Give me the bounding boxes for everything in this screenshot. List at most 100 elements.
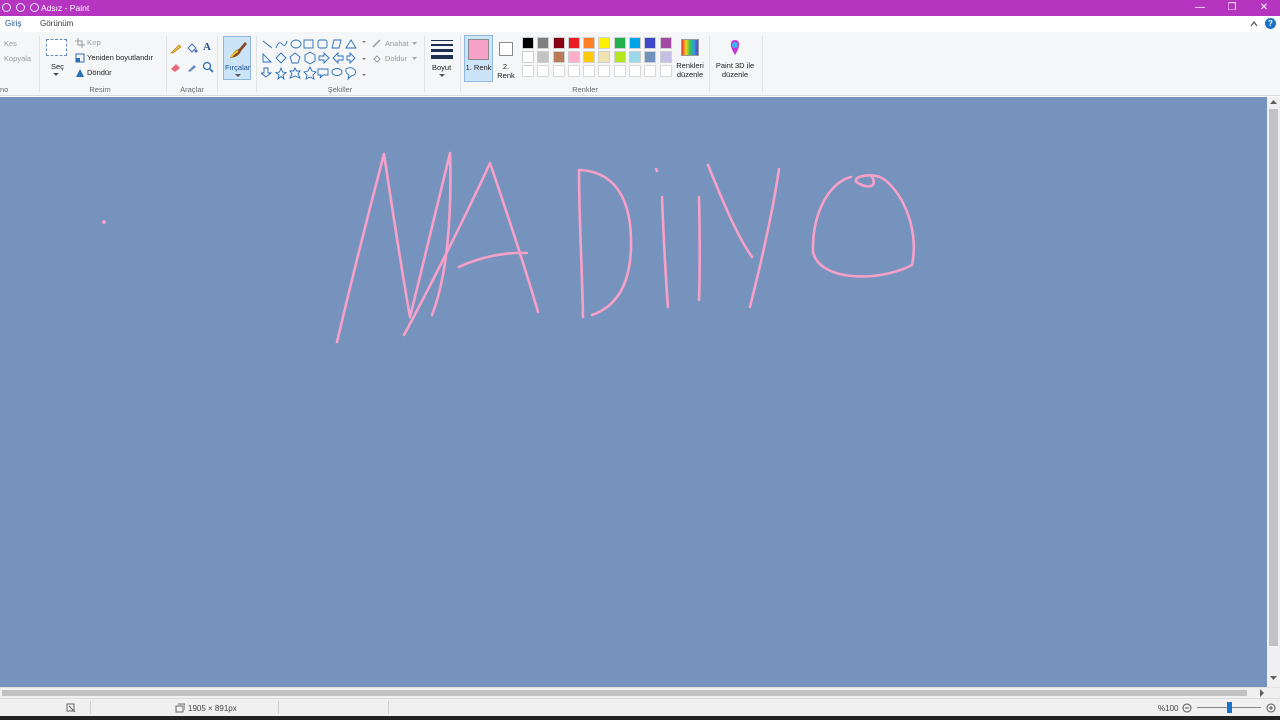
rotate-button[interactable]: Döndür xyxy=(87,68,112,77)
palette-swatch[interactable] xyxy=(659,37,672,49)
zoom-in-icon[interactable] xyxy=(1266,703,1276,713)
save-icon[interactable] xyxy=(2,3,11,12)
horizontal-scrollbar[interactable] xyxy=(0,687,1280,698)
palette-swatch[interactable] xyxy=(629,51,642,63)
zoom-slider-thumb[interactable] xyxy=(1227,702,1232,713)
rotate-icon xyxy=(76,69,84,77)
ribbon: Kes Kopyala no Seç Kırp Yeniden boyutlan… xyxy=(0,32,1280,96)
redo-icon[interactable] xyxy=(30,3,39,12)
minimize-button[interactable]: — xyxy=(1184,0,1216,16)
palette-swatch[interactable] xyxy=(583,37,596,49)
palette-swatch[interactable] xyxy=(613,51,626,63)
palette-swatch[interactable] xyxy=(629,37,642,49)
undo-icon[interactable] xyxy=(16,3,25,12)
palette-swatch[interactable] xyxy=(522,51,534,63)
resize-button[interactable]: Yeniden boyutlandır xyxy=(87,53,153,62)
color-wheel-icon xyxy=(681,39,699,56)
close-button[interactable]: ✕ xyxy=(1248,0,1280,16)
colors-group-label: Renkler xyxy=(572,85,598,94)
copy-button[interactable]: Kopyala xyxy=(4,54,31,63)
help-icon[interactable]: ? xyxy=(1265,18,1276,29)
tab-home[interactable]: Giriş xyxy=(5,19,21,28)
shapes-gallery[interactable] xyxy=(261,38,367,82)
color1-button[interactable]: 1. Renk xyxy=(464,35,493,82)
brushes-button[interactable]: Fırçalar xyxy=(223,36,251,80)
tools-group-label: Araçlar xyxy=(180,85,204,94)
eraser-icon[interactable] xyxy=(170,61,182,73)
fill-bucket-icon[interactable] xyxy=(186,42,198,54)
maximize-button[interactable]: ❐ xyxy=(1216,0,1248,16)
palette-swatch[interactable] xyxy=(598,37,611,49)
palette-swatch[interactable] xyxy=(567,51,580,63)
palette-swatch[interactable] xyxy=(598,51,611,63)
window-title: Adsız - Paint xyxy=(41,3,90,13)
zoom-level: %100 xyxy=(1158,704,1179,713)
color-palette xyxy=(522,37,675,65)
palette-swatch[interactable] xyxy=(644,51,657,63)
palette-swatch[interactable] xyxy=(659,51,672,63)
palette-swatch[interactable] xyxy=(552,51,565,63)
custom-color-swatch[interactable] xyxy=(613,65,626,77)
chevron-down-icon[interactable] xyxy=(53,72,59,77)
color-picker-icon[interactable] xyxy=(186,61,198,73)
edit-colors-button[interactable]: Renkleri düzenle xyxy=(676,35,704,81)
custom-color-swatch[interactable] xyxy=(522,65,534,77)
palette-swatch[interactable] xyxy=(537,37,550,49)
taskbar-edge xyxy=(0,716,1280,720)
crop-button[interactable]: Kırp xyxy=(87,38,101,47)
palette-swatch[interactable] xyxy=(644,37,657,49)
cut-button[interactable]: Kes xyxy=(4,39,17,48)
cursor-position-icon xyxy=(66,703,76,713)
select-button[interactable]: Seç xyxy=(51,62,64,71)
shapes-group-label: Şekiller xyxy=(327,85,353,94)
palette-swatch[interactable] xyxy=(613,37,626,49)
custom-color-swatch[interactable] xyxy=(583,65,596,77)
scroll-right-icon[interactable] xyxy=(1259,689,1265,697)
magnifier-icon[interactable] xyxy=(202,61,214,73)
custom-color-swatch[interactable] xyxy=(552,65,565,77)
outline-button[interactable]: Anahat xyxy=(385,39,409,48)
canvas-drawing xyxy=(102,151,916,344)
stroke-i1 xyxy=(654,167,670,309)
scroll-up-icon[interactable] xyxy=(1270,99,1277,105)
palette-swatch[interactable] xyxy=(522,37,534,49)
horizontal-scroll-thumb[interactable] xyxy=(2,690,1247,696)
fill-button[interactable]: Doldur xyxy=(385,54,407,63)
tab-view[interactable]: Görünüm xyxy=(40,19,73,28)
select-icon[interactable] xyxy=(46,39,67,56)
vertical-scrollbar[interactable] xyxy=(1267,97,1280,687)
stroke-n xyxy=(335,151,452,344)
vertical-scroll-thumb[interactable] xyxy=(1269,109,1278,646)
canvas-dimensions: 1905 × 891px xyxy=(188,704,237,713)
size-icon[interactable] xyxy=(431,39,453,59)
custom-color-swatch[interactable] xyxy=(598,65,611,77)
window-controls: — ❐ ✕ xyxy=(1184,0,1280,16)
custom-color-swatch[interactable] xyxy=(659,65,672,77)
palette-swatch[interactable] xyxy=(583,51,596,63)
pencil-icon[interactable] xyxy=(170,42,182,54)
chevron-up-icon[interactable] xyxy=(1249,19,1259,29)
color2-button[interactable]: 2. Renk xyxy=(496,35,518,82)
palette-swatch[interactable] xyxy=(537,51,550,63)
color2-swatch xyxy=(499,42,513,56)
custom-color-swatch[interactable] xyxy=(567,65,580,77)
crop-icon xyxy=(75,38,85,48)
custom-color-swatch[interactable] xyxy=(629,65,642,77)
size-button[interactable]: Boyut xyxy=(432,63,451,72)
fill-icon xyxy=(373,55,381,63)
zoom-out-icon[interactable] xyxy=(1182,703,1192,713)
stroke-d xyxy=(577,168,633,319)
text-icon[interactable]: A xyxy=(203,41,211,53)
stroke-y xyxy=(706,163,781,309)
palette-swatch[interactable] xyxy=(567,37,580,49)
custom-color-swatch[interactable] xyxy=(537,65,550,77)
stroke-a xyxy=(402,161,540,337)
paint3d-button[interactable]: Paint 3D ile düzenle xyxy=(713,35,757,81)
paint3d-icon xyxy=(730,40,740,55)
canvas-size-icon xyxy=(175,703,185,713)
custom-color-swatch[interactable] xyxy=(644,65,657,77)
drawing-canvas[interactable] xyxy=(0,97,1280,687)
palette-swatch[interactable] xyxy=(552,37,565,49)
scroll-down-icon[interactable] xyxy=(1270,675,1277,681)
brush-icon xyxy=(230,42,247,58)
